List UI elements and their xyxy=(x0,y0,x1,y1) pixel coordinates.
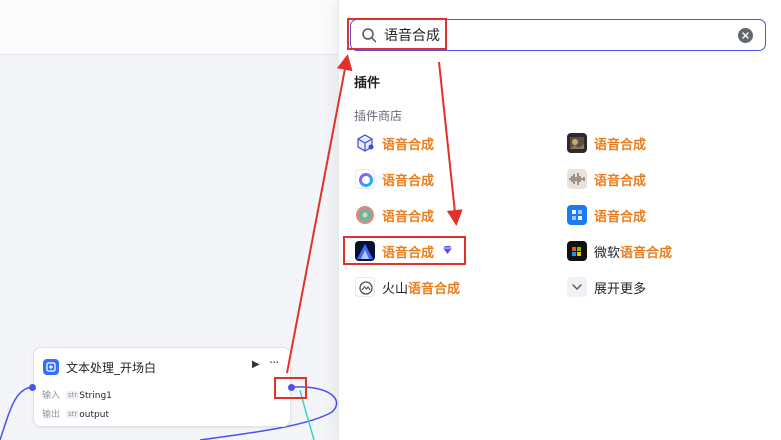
node-title: 文本处理_开场白 xyxy=(66,361,157,375)
input-type-badge: str xyxy=(66,391,80,399)
output-label: 输出 xyxy=(42,410,61,420)
plugin-result-item[interactable]: 语音合成 xyxy=(567,203,646,227)
plugin-result-item[interactable]: 微软 语音合成 xyxy=(567,239,672,263)
plugin-name: 语音合成 xyxy=(594,173,647,189)
plugin-name: 语音合成 xyxy=(382,209,435,225)
photo-logo-icon xyxy=(567,133,587,153)
selected-plugin-annotation-box xyxy=(343,236,466,265)
volcano-logo-icon xyxy=(355,277,375,297)
output-port-annotation-box xyxy=(274,377,307,399)
plugin-name: 语音合成 xyxy=(594,137,647,153)
plugin-name: 语音合成 xyxy=(594,209,647,225)
input-label: 输入 xyxy=(42,391,61,401)
output-type-badge: str xyxy=(66,410,80,418)
subsection-title-plugin-store: 插件商店 xyxy=(354,109,403,123)
plugin-result-item[interactable]: 语音合成 xyxy=(567,131,646,155)
gradient-ring-logo-icon xyxy=(355,169,375,189)
input-value: String1 xyxy=(79,391,112,401)
waveform-logo-icon xyxy=(567,169,587,189)
node-more-icon[interactable]: ··· xyxy=(269,356,279,371)
section-title-plugins: 插件 xyxy=(354,76,381,91)
teal-circle-logo-icon xyxy=(355,205,375,225)
text-processing-node[interactable]: 文本处理_开场白 ▶ ··· 输入 str String1 输出 str output xyxy=(33,347,291,427)
plugin-name: 语音合成 xyxy=(382,173,435,189)
clear-search-icon[interactable] xyxy=(738,28,753,43)
plugin-name: 语音合成 xyxy=(620,245,673,261)
chevron-down-icon xyxy=(567,277,587,297)
plugin-result-item[interactable]: 语音合成 xyxy=(355,203,434,227)
plugin-result-item[interactable]: 火山 语音合成 xyxy=(355,275,460,299)
run-node-icon[interactable]: ▶ xyxy=(252,359,260,370)
blue-tile-logo-icon xyxy=(567,205,587,225)
text-process-icon xyxy=(43,359,59,375)
plugin-name: 语音合成 xyxy=(408,281,461,297)
microsoft-logo-icon xyxy=(567,241,587,261)
node-input-port[interactable] xyxy=(29,384,36,391)
node-output-row: 输出 str output xyxy=(42,407,109,420)
output-value: output xyxy=(79,410,109,420)
show-more-label: 展开更多 xyxy=(594,281,647,297)
plugin-result-item[interactable]: 语音合成 xyxy=(355,167,434,191)
plugin-result-item[interactable]: 语音合成 xyxy=(567,167,646,191)
cube-logo-icon xyxy=(355,133,375,153)
node-input-row: 输入 str String1 xyxy=(42,388,112,401)
plugin-result-item[interactable]: 语音合成 xyxy=(355,131,434,155)
plugin-prefix: 微软 xyxy=(594,245,621,261)
plugin-name: 语音合成 xyxy=(382,137,435,153)
search-annotation-box xyxy=(347,18,447,50)
show-more-button[interactable]: 展开更多 xyxy=(567,275,646,299)
